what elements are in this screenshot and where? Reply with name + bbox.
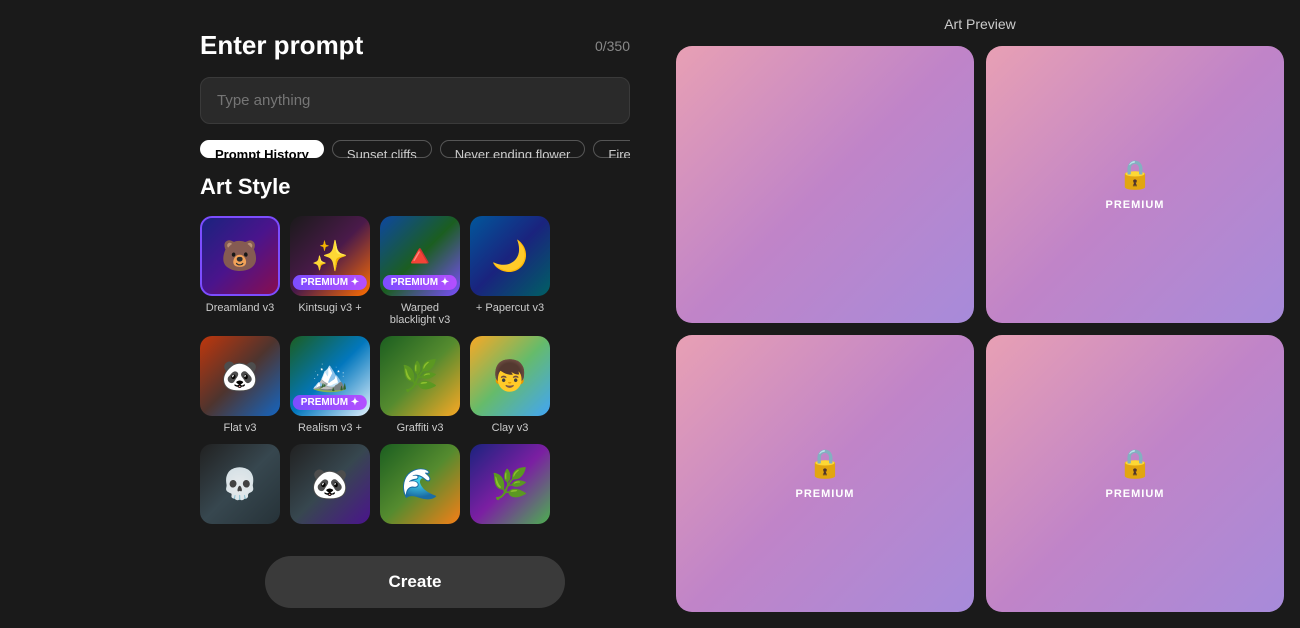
flat-icon: 🐼	[200, 336, 280, 416]
char-count: 0/350	[595, 38, 630, 54]
art-thumb-realism: 🏔️ PREMIUM ✦	[290, 336, 370, 416]
art-item-row3c[interactable]: 🌊	[380, 444, 460, 530]
row3c-icon: 🌊	[380, 444, 460, 524]
art-item-row3a[interactable]: 💀	[200, 444, 280, 530]
prompt-title: Enter prompt	[200, 30, 363, 61]
art-thumb-row3c: 🌊	[380, 444, 460, 524]
preview-grid: 🔒 PREMIUM 🔒 PREMIUM 🔒 PREMIUM	[676, 46, 1284, 612]
lock-icon-4: 🔒	[1118, 447, 1153, 480]
art-preview-label: Art Preview	[676, 16, 1284, 32]
art-label-realism: Realism v3 +	[298, 422, 362, 434]
art-style-grid: 🐻 Dreamland v3 ✨ PREMIUM ✦ Kintsugi v3 +…	[200, 216, 630, 530]
preview-card-1	[676, 46, 974, 323]
art-thumb-row3a: 💀	[200, 444, 280, 524]
preview-card-3: 🔒 PREMIUM	[676, 335, 974, 612]
preview-card-2: 🔒 PREMIUM	[986, 46, 1284, 323]
lock-icon-2: 🔒	[1118, 158, 1153, 191]
create-button[interactable]: Create	[265, 556, 565, 608]
premium-label-4: PREMIUM	[1106, 488, 1165, 500]
art-item-papercut[interactable]: 🌙 + Papercut v3	[470, 216, 550, 326]
art-label-clay: Clay v3	[492, 422, 529, 434]
warped-premium-badge: PREMIUM ✦	[383, 275, 457, 290]
papercut-icon: 🌙	[470, 216, 550, 296]
art-thumb-warped: 🔺 PREMIUM ✦	[380, 216, 460, 296]
art-thumb-clay: 👦	[470, 336, 550, 416]
art-thumb-row3b: 🐼	[290, 444, 370, 524]
art-item-dreamland[interactable]: 🐻 Dreamland v3	[200, 216, 280, 326]
left-panel: Enter prompt 0/350 Prompt History Sunset…	[0, 0, 660, 628]
art-item-row3d[interactable]: 🌿	[470, 444, 550, 530]
art-label-dreamland: Dreamland v3	[206, 302, 274, 314]
art-label-papercut: + Papercut v3	[476, 302, 544, 314]
art-thumb-papercut: 🌙	[470, 216, 550, 296]
art-item-graffiti[interactable]: 🌿 Graffiti v3	[380, 336, 460, 434]
right-panel: Art Preview 🔒 PREMIUM 🔒 PREMIUM 🔒 PREMIU…	[660, 0, 1300, 628]
art-item-row3b[interactable]: 🐼	[290, 444, 370, 530]
art-thumb-graffiti: 🌿	[380, 336, 460, 416]
prompt-input[interactable]	[200, 77, 630, 124]
art-thumb-dreamland: 🐻	[200, 216, 280, 296]
art-thumb-row3d: 🌿	[470, 444, 550, 524]
premium-label-3: PREMIUM	[796, 488, 855, 500]
art-thumb-kintsugi: ✨ PREMIUM ✦	[290, 216, 370, 296]
tag-fire[interactable]: Fire and w	[593, 140, 630, 158]
art-item-clay[interactable]: 👦 Clay v3	[470, 336, 550, 434]
premium-label-2: PREMIUM	[1106, 199, 1165, 211]
tag-sunset-cliffs[interactable]: Sunset cliffs	[332, 140, 432, 158]
realism-premium-badge: PREMIUM ✦	[293, 395, 367, 410]
preview-card-4: 🔒 PREMIUM	[986, 335, 1284, 612]
prompt-header: Enter prompt 0/350	[200, 30, 630, 61]
clay-icon: 👦	[470, 336, 550, 416]
prompt-tags: Prompt History Sunset cliffs Never endin…	[200, 140, 630, 158]
art-label-kintsugi: Kintsugi v3 +	[298, 302, 361, 314]
row3d-icon: 🌿	[470, 444, 550, 524]
tag-never-ending-flower[interactable]: Never ending flower	[440, 140, 586, 158]
art-label-graffiti: Graffiti v3	[397, 422, 444, 434]
graffiti-icon: 🌿	[380, 336, 460, 416]
dreamland-icon: 🐻	[202, 218, 278, 294]
art-item-warped[interactable]: 🔺 PREMIUM ✦ Warped blacklight v3	[380, 216, 460, 326]
art-label-warped: Warped blacklight v3	[380, 302, 460, 326]
art-item-realism[interactable]: 🏔️ PREMIUM ✦ Realism v3 +	[290, 336, 370, 434]
lock-icon-3: 🔒	[808, 447, 843, 480]
kintsugi-premium-badge: PREMIUM ✦	[293, 275, 367, 290]
row3a-icon: 💀	[200, 444, 280, 524]
art-item-flat[interactable]: 🐼 Flat v3	[200, 336, 280, 434]
art-item-kintsugi[interactable]: ✨ PREMIUM ✦ Kintsugi v3 +	[290, 216, 370, 326]
tag-prompt-history[interactable]: Prompt History	[200, 140, 324, 158]
art-thumb-flat: 🐼	[200, 336, 280, 416]
row3b-icon: 🐼	[290, 444, 370, 524]
art-style-title: Art Style	[200, 174, 630, 200]
art-label-flat: Flat v3	[223, 422, 256, 434]
